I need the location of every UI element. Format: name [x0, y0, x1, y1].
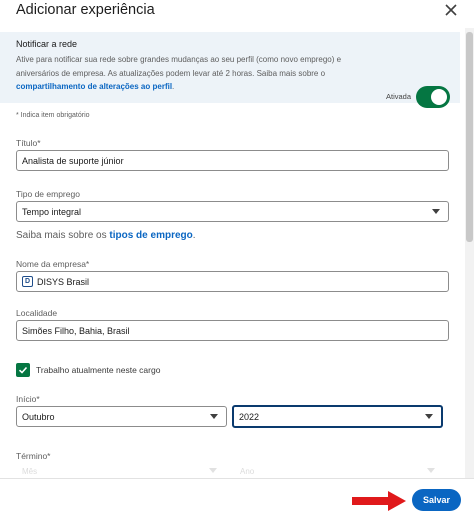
current-job-label: Trabalho atualmente neste cargo	[36, 365, 161, 375]
modal-title: Adicionar experiência	[16, 2, 155, 18]
employment-help-suffix: .	[192, 230, 196, 241]
location-input[interactable]: Simões Filho, Bahia, Brasil	[16, 320, 449, 341]
notify-state-label: Ativada	[386, 92, 412, 101]
title-value: Analista de suporte júnior	[22, 155, 124, 166]
location-value: Simões Filho, Bahia, Brasil	[22, 325, 130, 336]
start-month-value: Outubro	[22, 411, 55, 422]
end-month-select[interactable]: Mês	[16, 463, 223, 479]
notify-description: Ative para notificar sua rede sobre gran…	[16, 53, 374, 94]
employment-type-value: Tempo integral	[22, 206, 82, 217]
current-job-checkbox[interactable]	[16, 363, 30, 377]
end-label: Término*	[16, 451, 51, 461]
company-logo-icon: D	[22, 276, 33, 287]
toggle-knob	[431, 89, 447, 105]
notify-description-end: .	[172, 82, 175, 91]
modal-header: Adicionar experiência	[0, 0, 474, 27]
employment-types-link[interactable]: tipos de emprego	[109, 230, 192, 241]
chevron-down-icon	[432, 209, 440, 214]
employment-type-select[interactable]: Tempo integral	[16, 201, 449, 222]
profile-sharing-link[interactable]: compartilhamento de alterações ao perfil	[16, 82, 172, 91]
location-label: Localidade	[16, 308, 58, 318]
notify-network-panel: Notificar a rede Ative para notificar su…	[0, 32, 460, 108]
required-note: * Indica item obrigatório	[16, 112, 90, 119]
end-year-placeholder: Ano	[240, 466, 255, 476]
close-icon[interactable]	[442, 1, 460, 19]
notify-title: Notificar a rede	[16, 39, 78, 49]
employment-help-prefix: Saiba mais sobre os	[16, 230, 110, 241]
notify-description-text: Ative para notificar sua rede sobre gran…	[16, 55, 342, 78]
checkmark-icon	[18, 366, 28, 374]
company-input[interactable]: D DISYS Brasil	[16, 271, 449, 292]
employment-help: Saiba mais sobre os tipos de emprego.	[16, 230, 196, 241]
start-year-select[interactable]: 2022	[232, 405, 443, 428]
start-label: Início*	[16, 394, 40, 404]
current-job-checkbox-row[interactable]: Trabalho atualmente neste cargo	[16, 363, 160, 377]
title-label: Título*	[16, 138, 41, 148]
start-year-value: 2022	[239, 411, 260, 422]
title-input[interactable]: Analista de suporte júnior	[16, 150, 449, 171]
employment-type-label: Tipo de emprego	[16, 189, 80, 199]
chevron-down-icon	[425, 414, 433, 419]
chevron-down-icon	[209, 468, 217, 473]
scrollbar[interactable]	[465, 28, 474, 478]
end-month-placeholder: Mês	[22, 466, 38, 476]
start-month-select[interactable]: Outubro	[16, 406, 227, 427]
company-value: DISYS Brasil	[37, 276, 90, 287]
chevron-down-icon	[427, 468, 435, 473]
end-year-select[interactable]: Ano	[234, 463, 441, 479]
modal-footer: Salvar	[0, 478, 474, 518]
company-label: Nome da empresa*	[16, 259, 90, 269]
chevron-down-icon	[210, 414, 218, 419]
scrollbar-thumb[interactable]	[466, 32, 473, 242]
red-arrow-icon	[352, 491, 406, 511]
notify-toggle[interactable]	[416, 86, 450, 108]
save-button[interactable]: Salvar	[412, 489, 461, 511]
